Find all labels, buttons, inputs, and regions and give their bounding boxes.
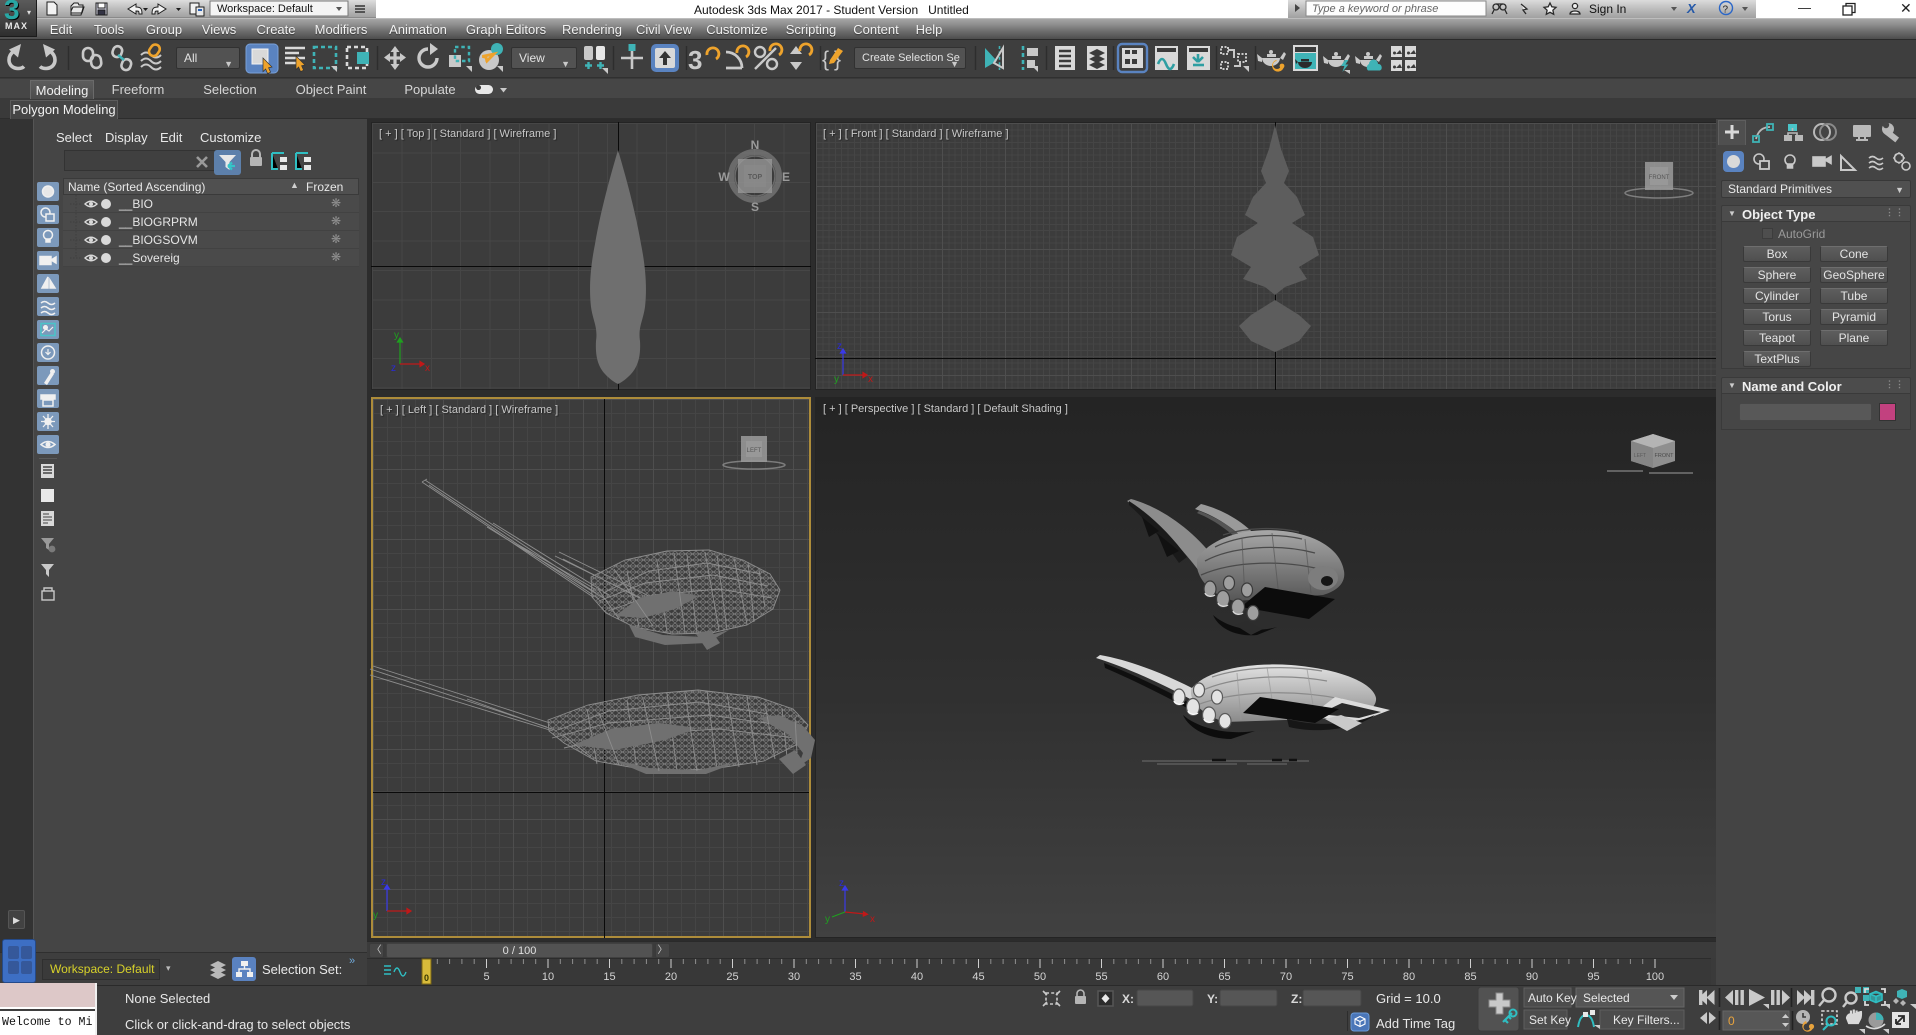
svg-text:10: 10 [542,971,554,983]
svg-text:z: z [839,878,844,889]
svg-text:Selected: Selected [1583,991,1630,1005]
svg-text:85: 85 [1464,971,1476,983]
svg-text:Key Filters...: Key Filters... [1613,1013,1680,1027]
svg-text:W: W [718,170,730,184]
svg-text:100: 100 [1646,971,1664,983]
svg-text:Y:: Y: [1207,992,1218,1006]
svg-text:55: 55 [1095,971,1107,983]
svg-text:40: 40 [911,971,923,983]
svg-text:30: 30 [788,971,800,983]
svg-text:Add Time Tag: Add Time Tag [1376,1016,1455,1031]
svg-text:E: E [782,170,790,184]
svg-text:y: y [825,914,830,925]
svg-text:3: 3 [688,45,702,75]
svg-text:Z:: Z: [1291,992,1302,1006]
svg-text:FRONT: FRONT [1655,453,1675,459]
svg-text:50: 50 [1034,971,1046,983]
svg-text:0: 0 [1728,1014,1735,1028]
svg-text:20: 20 [665,971,677,983]
svg-text:y: y [394,330,399,341]
svg-text:25: 25 [726,971,738,983]
svg-text:y: y [834,374,839,385]
svg-text:Type a keyword or phrase: Type a keyword or phrase [1312,3,1438,15]
svg-text:x: x [425,363,430,374]
svg-text:LEFT: LEFT [747,448,762,454]
svg-text:N: N [751,138,760,152]
svg-text:X:: X: [1122,992,1134,1006]
svg-text:15: 15 [603,971,615,983]
svg-text:y: y [373,910,378,921]
svg-text:95: 95 [1587,971,1599,983]
svg-text:65: 65 [1218,971,1230,983]
svg-text:x: x [870,914,875,925]
svg-text:x: x [868,374,873,385]
svg-text:FRONT: FRONT [1649,175,1670,181]
svg-text:TOP: TOP [748,174,763,181]
svg-text:0: 0 [424,973,429,983]
svg-text:Grid = 10.0: Grid = 10.0 [1376,991,1441,1006]
svg-text:45: 45 [972,971,984,983]
svg-text:z: z [391,363,396,374]
svg-text:S: S [751,200,759,214]
svg-text:Set Key: Set Key [1529,1013,1571,1027]
svg-text:LEFT: LEFT [1634,453,1646,459]
svg-text:75: 75 [1341,971,1353,983]
svg-text:Auto Key: Auto Key [1528,991,1577,1005]
svg-text:Sign In: Sign In [1589,2,1626,16]
svg-text:{: { [822,48,829,71]
svg-text:80: 80 [1403,971,1415,983]
svg-text:90: 90 [1526,971,1538,983]
svg-text:70: 70 [1280,971,1292,983]
svg-text:5: 5 [483,971,489,983]
svg-text:60: 60 [1157,971,1169,983]
svg-text:X: X [1686,1,1697,16]
svg-text:35: 35 [849,971,861,983]
svg-text:z: z [837,341,842,352]
svg-text:?: ? [1723,5,1729,16]
svg-text:z: z [381,877,386,888]
svg-text:Workspace: Default: Workspace: Default [217,3,313,15]
